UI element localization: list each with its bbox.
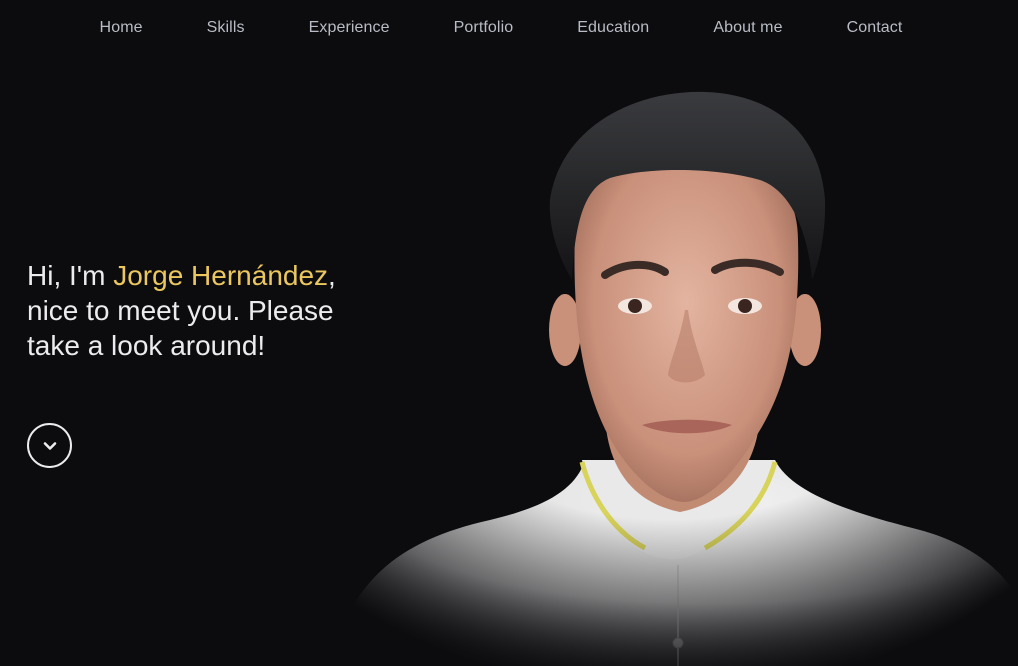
nav-item-contact[interactable]: Contact xyxy=(815,0,935,56)
nav-item-about-me[interactable]: About me xyxy=(681,0,814,56)
hero-name: Jorge Hernández xyxy=(113,260,329,291)
nav-item-home[interactable]: Home xyxy=(68,0,175,56)
nav-item-portfolio[interactable]: Portfolio xyxy=(422,0,546,56)
page: Home Skills Experience Portfolio Educati… xyxy=(0,0,1018,666)
scroll-down-button[interactable] xyxy=(27,423,72,468)
greeting-prefix: Hi, I'm xyxy=(27,260,114,291)
chevron-down-icon xyxy=(43,441,56,450)
profile-photo xyxy=(320,80,1018,666)
top-nav: Home Skills Experience Portfolio Educati… xyxy=(0,0,1018,56)
nav-item-education[interactable]: Education xyxy=(545,0,681,56)
nav-item-experience[interactable]: Experience xyxy=(277,0,422,56)
nav-item-skills[interactable]: Skills xyxy=(175,0,277,56)
hero-greeting: Hi, I'm Jorge Hernández, nice to meet yo… xyxy=(27,258,337,363)
nav-list: Home Skills Experience Portfolio Educati… xyxy=(68,0,935,56)
